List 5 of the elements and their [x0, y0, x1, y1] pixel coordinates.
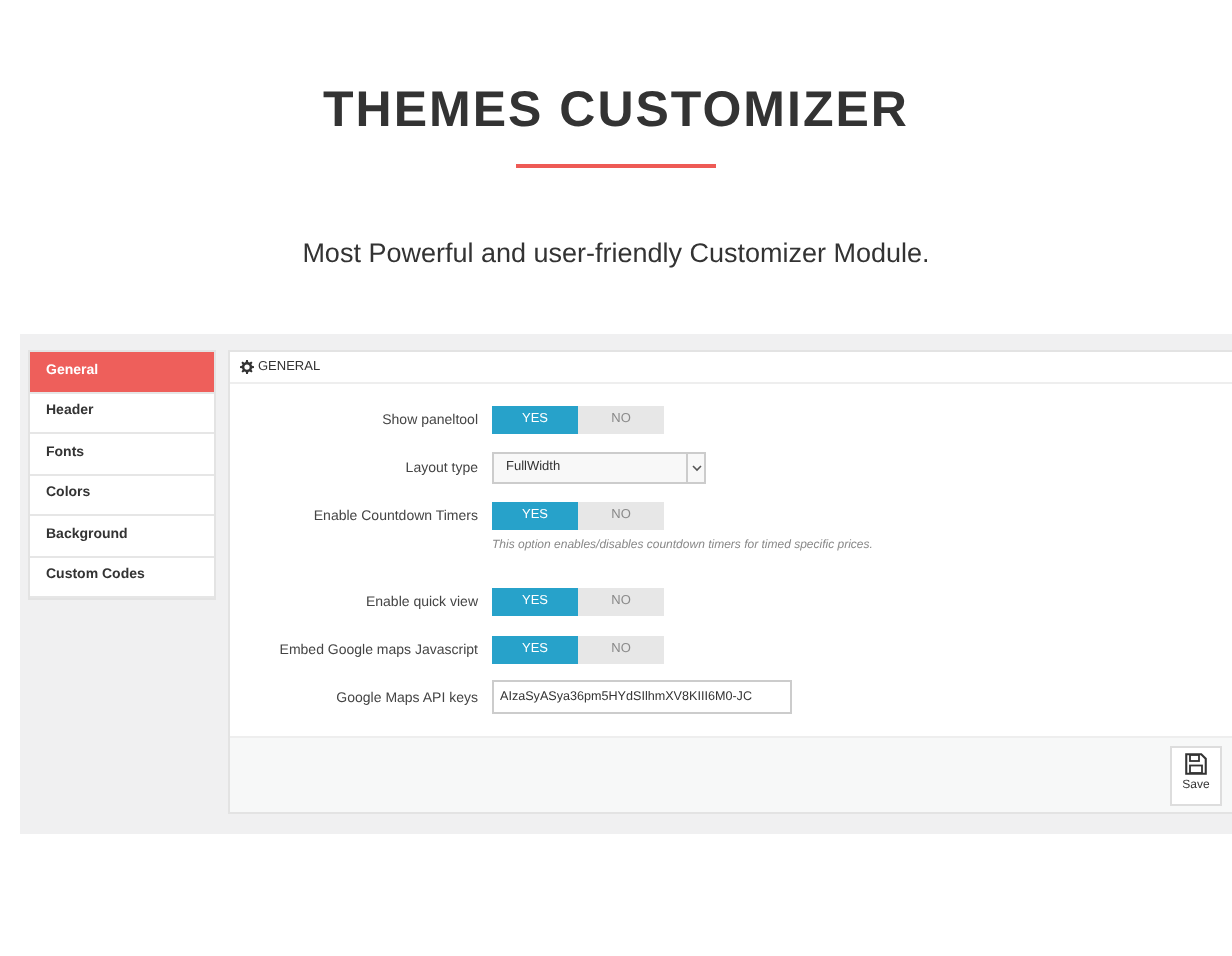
gear-icon — [240, 360, 254, 375]
save-icon — [1184, 751, 1208, 776]
page-title: THEMES CUSTOMIZER — [321, 80, 911, 140]
subtitle: Most Powerful and user-friendly Customizer Module. — [300, 236, 932, 272]
caret-icon — [691, 464, 701, 473]
